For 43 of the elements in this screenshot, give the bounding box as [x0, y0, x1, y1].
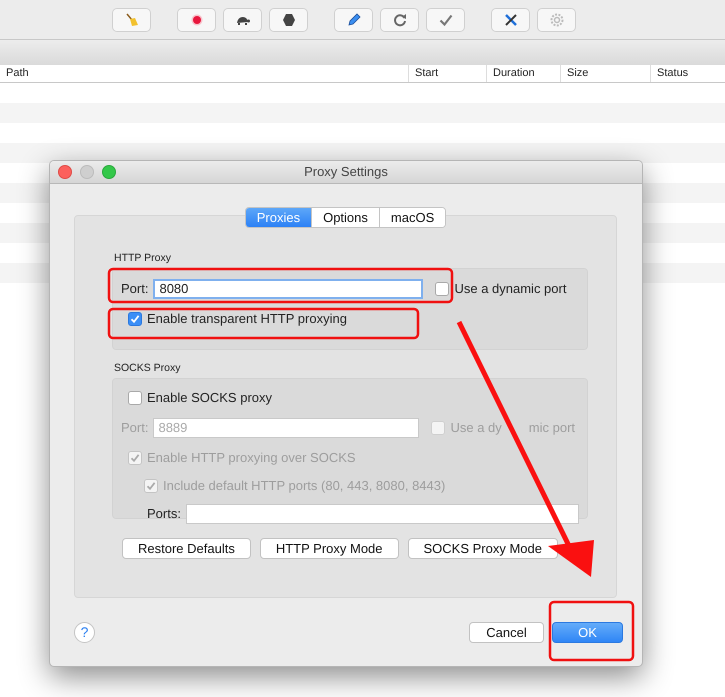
column-header[interactable]: Size	[560, 65, 650, 82]
column-header[interactable]: Start	[408, 65, 486, 82]
refresh-icon	[392, 12, 408, 28]
mode-button[interactable]: SOCKS Proxy Mode	[408, 538, 558, 559]
gear-icon	[548, 12, 564, 28]
checkbox[interactable]	[128, 312, 142, 326]
toolbar-button[interactable]	[380, 8, 419, 32]
broom-icon	[124, 12, 140, 28]
checkbox-label: Use a dy	[450, 420, 502, 436]
mode-button[interactable]: Restore Defaults	[122, 538, 251, 559]
checkbox-label: Enable transparent HTTP proxying	[147, 311, 347, 326]
section-label: SOCKS Proxy	[114, 362, 182, 374]
checkbox[interactable]	[128, 390, 142, 405]
checkbox-label: Enable HTTP proxying over SOCKS	[147, 450, 356, 466]
toolbar-button[interactable]	[269, 8, 308, 32]
toolbar-button[interactable]	[334, 8, 373, 32]
hexagon-stop-icon	[280, 12, 296, 28]
cancel-button[interactable]: Cancel	[469, 622, 544, 643]
pen-icon	[346, 12, 362, 28]
section-label: HTTP Proxy	[114, 252, 172, 264]
checkbox-label: Include default HTTP ports (80, 443, 8080, 8443)	[163, 478, 446, 494]
ports-field[interactable]	[186, 504, 579, 524]
window-title: Proxy Settings	[304, 164, 388, 180]
checkbox-label: Use a dynamic port	[454, 281, 566, 296]
record-icon	[188, 12, 204, 28]
mode-button[interactable]: HTTP Proxy Mode	[260, 538, 399, 559]
close-button[interactable]	[58, 164, 72, 179]
toolbar-button[interactable]	[223, 8, 262, 32]
port-field[interactable]: 8080	[153, 278, 424, 299]
checkbox-label: mic port	[528, 420, 576, 436]
tab[interactable]: macOS	[378, 208, 446, 227]
port-label: Port:	[121, 420, 148, 436]
column-header[interactable]: Status	[650, 65, 725, 82]
minimize-button[interactable]	[80, 164, 94, 179]
help-button[interactable]: ?	[74, 622, 95, 643]
column-header[interactable]: Duration	[486, 65, 560, 82]
checkbox[interactable]	[435, 282, 450, 296]
zoom-button[interactable]	[102, 164, 116, 179]
toolbar-button[interactable]	[491, 8, 530, 32]
column-header[interactable]: Path	[0, 65, 408, 82]
checkbox-label: Enable SOCKS proxy	[147, 390, 272, 406]
ports-label: Ports:	[147, 506, 181, 522]
port-label: Port:	[121, 281, 148, 296]
